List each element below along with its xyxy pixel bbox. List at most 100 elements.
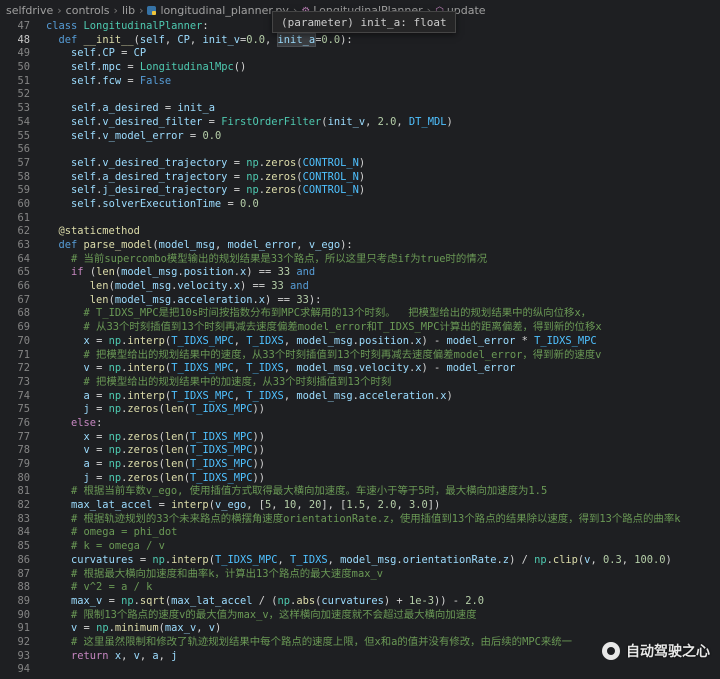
- breadcrumb-item[interactable]: selfdrive: [6, 4, 53, 17]
- code-line[interactable]: 66 len(model_msg.velocity.x) == 33 and: [0, 280, 720, 294]
- code-line[interactable]: 79 a = np.zeros(len(T_IDXS_MPC)): [0, 458, 720, 472]
- code-line[interactable]: 64 # 当前supercombo模型输出的规划结果是33个路点，所以这里只考虑…: [0, 253, 720, 267]
- breadcrumb-item[interactable]: longitudinal_planner.py: [147, 4, 289, 17]
- code-token: ) -: [421, 334, 447, 347]
- code-line[interactable]: 51 self.fcw = False: [0, 75, 720, 89]
- line-number: 56: [17, 143, 30, 156]
- code-line[interactable]: 49 self.CP = CP: [0, 47, 720, 61]
- code-token: =: [227, 184, 247, 197]
- code-line[interactable]: 54 self.v_desired_filter = FirstOrderFil…: [0, 116, 720, 130]
- code-line[interactable]: 87 # 根据最大横向加速度和曲率k，计算出13个路点的最大速度max_v: [0, 568, 720, 582]
- code-line[interactable]: 80 j = np.zeros(len(T_IDXS_MPC)): [0, 472, 720, 486]
- code-line[interactable]: 73 # 把模型给出的规划结果中的加速度，从33个时刻插值到13个时刻: [0, 376, 720, 390]
- code-line[interactable]: 74 a = np.interp(T_IDXS_MPC, T_IDXS, mod…: [0, 390, 720, 404]
- code-line[interactable]: 61: [0, 212, 720, 226]
- code-line[interactable]: 90 # 限制13个路点的速度v的最大值为max_v，这样横向加速度就不会超过最…: [0, 609, 720, 623]
- code-text: # 从33个时刻插值到13个时刻再减去速度偏差model_error和T_IDX…: [46, 321, 602, 333]
- code-line[interactable]: 84 # omega = phi_dot: [0, 526, 720, 540]
- line-number: 90: [17, 608, 30, 621]
- breadcrumb-item[interactable]: controls: [66, 4, 110, 17]
- code-line[interactable]: 76 else:: [0, 417, 720, 431]
- code-line[interactable]: 63 def parse_model(model_msg, model_erro…: [0, 239, 720, 253]
- code-token: ): [665, 553, 672, 566]
- hover-tooltip-text: (parameter) init_a: float: [281, 15, 447, 29]
- code-token: ,: [277, 553, 291, 566]
- code-token: =: [89, 334, 109, 347]
- code-line[interactable]: 55 self.v_model_error = 0.0: [0, 130, 720, 144]
- code-line[interactable]: 70 x = np.interp(T_IDXS_MPC, T_IDXS, mod…: [0, 335, 720, 349]
- code-line[interactable]: 86 curvatures = np.interp(T_IDXS_MPC, T_…: [0, 554, 720, 568]
- code-token: zeros: [127, 430, 159, 443]
- code-line[interactable]: 62 @staticmethod: [0, 225, 720, 239]
- code-token: T_IDXS: [246, 334, 284, 347]
- code-line[interactable]: 94: [0, 663, 720, 677]
- code-token: =: [89, 362, 109, 375]
- code-token: CP: [133, 47, 147, 60]
- code-text: self.solverExecutionTime = 0.0: [46, 198, 259, 210]
- code-line[interactable]: 50 self.mpc = LongitudinalMpc(): [0, 61, 720, 75]
- code-line[interactable]: 75 j = np.zeros(len(T_IDXS_MPC)): [0, 403, 720, 417]
- code-line[interactable]: 85 # k = omega / v: [0, 540, 720, 554]
- code-token: fcw: [102, 74, 122, 87]
- breadcrumb-item[interactable]: lib: [122, 4, 135, 17]
- line-number: 93: [17, 649, 30, 662]
- code-text: self.j_desired_trajectory = np.zeros(CON…: [46, 184, 365, 196]
- line-number: 47: [17, 20, 30, 32]
- code-token: solverExecutionTime: [102, 197, 222, 210]
- line-number: 86: [17, 553, 30, 566]
- code-line[interactable]: 82 max_lat_accel = interp(v_ego, [5, 10,…: [0, 499, 720, 513]
- code-token: def: [58, 239, 84, 251]
- code-editor[interactable]: 47 class LongitudinalPlanner: 48 def __ini…: [0, 20, 720, 679]
- code-line[interactable]: 48 def __init__(self, CP, init_v=0.0, in…: [0, 32, 720, 48]
- code-token: )) -: [433, 594, 466, 607]
- code-token: minimum: [114, 622, 159, 635]
- code-line[interactable]: 72 v = np.interp(T_IDXS_MPC, T_IDXS, mod…: [0, 362, 720, 376]
- code-line[interactable]: 60 self.solverExecutionTime = 0.0: [0, 198, 720, 212]
- code-line[interactable]: 59 self.j_desired_trajectory = np.zeros(…: [0, 184, 720, 198]
- code-line[interactable]: 53 self.a_desired = init_a: [0, 102, 720, 116]
- code-line[interactable]: 65 if (len(model_msg.position.x) == 33 a…: [0, 266, 720, 280]
- code-text: self.fcw = False: [46, 75, 171, 87]
- code-line[interactable]: 69 # 从33个时刻插值到13个时刻再减去速度偏差model_error和T_…: [0, 321, 720, 335]
- line-number: 85: [17, 540, 30, 553]
- code-line[interactable]: 77 x = np.zeros(len(T_IDXS_MPC)): [0, 431, 720, 445]
- code-token: )): [252, 403, 266, 416]
- code-line[interactable]: 67 len(model_msg.acceleration.x) == 33):: [0, 294, 720, 308]
- code-text: if (len(model_msg.position.x) == 33 and: [46, 266, 315, 278]
- code-line[interactable]: 91 v = np.minimum(max_v, v): [0, 622, 720, 636]
- code-line[interactable]: 81 # 根据当前车数v_ego, 使用插值方式取得最大横向加速度。车速小于等于…: [0, 485, 720, 499]
- code-line[interactable]: 78 v = np.zeros(len(T_IDXS_MPC)): [0, 444, 720, 458]
- code-token: ,: [283, 389, 297, 402]
- code-line[interactable]: 57 self.v_desired_trajectory = np.zeros(…: [0, 157, 720, 171]
- line-number: 75: [17, 403, 30, 416]
- code-text: self.a_desired_trajectory = np.zeros(CON…: [46, 171, 365, 183]
- code-token: np: [108, 471, 122, 484]
- code-line[interactable]: 58 self.a_desired_trajectory = np.zeros(…: [0, 171, 720, 185]
- code-line[interactable]: 56: [0, 143, 720, 157]
- code-token: ,: [590, 553, 603, 566]
- code-token: 2.0: [377, 499, 397, 512]
- code-line[interactable]: 88 # v^2 = a / k: [0, 581, 720, 595]
- line-number: 68: [17, 307, 30, 320]
- code-line[interactable]: 68 # T_IDXS_MPC是把10s时间按指数分布到MPC求解用的13个时刻…: [0, 307, 720, 321]
- code-line[interactable]: 52: [0, 88, 720, 102]
- code-line[interactable]: 71 # 把模型给出的规划结果中的速度，从33个时刻插值到13个时刻再减去速度偏…: [0, 349, 720, 363]
- code-line[interactable]: 83 # 根据轨迹规划的33个未来路点的横摆角速度orientationRate…: [0, 513, 720, 527]
- code-token: model_msg: [340, 553, 397, 566]
- code-token: clip: [552, 553, 578, 566]
- line-number: 94: [17, 663, 30, 676]
- line-number: 66: [17, 280, 30, 293]
- code-token: ,: [158, 649, 172, 662]
- code-line[interactable]: 89 max_v = np.sqrt(max_lat_accel / (np.a…: [0, 595, 720, 609]
- code-token: 33: [296, 293, 309, 306]
- code-token: __init__: [83, 33, 134, 46]
